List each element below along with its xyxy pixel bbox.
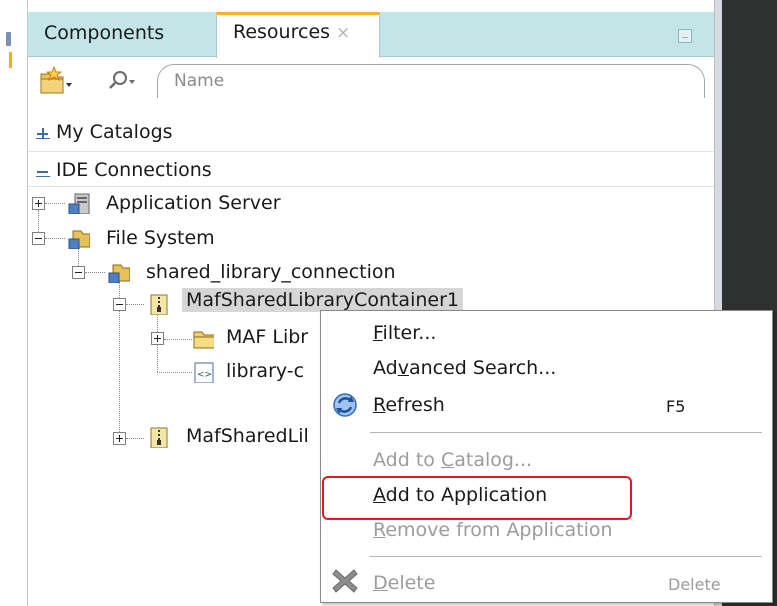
menu-item-filter[interactable]: Filter... — [373, 322, 436, 344]
menu-text: emove from Application — [385, 519, 613, 541]
collapse-toggle-icon[interactable] — [72, 266, 85, 279]
tree-connector — [157, 372, 192, 373]
gutter-marker — [9, 52, 12, 68]
tree-item-label: MafSharedLibraryContainer1 — [182, 288, 463, 312]
tab-close-icon[interactable]: × — [336, 23, 350, 43]
tree-connector — [126, 438, 144, 439]
minimize-icon[interactable] — [678, 29, 692, 43]
menu-text: anced Search... — [408, 357, 557, 379]
refresh-shortcut: F5 — [666, 397, 686, 416]
folder-icon — [193, 331, 214, 349]
tab-components[interactable]: Components — [28, 12, 216, 57]
tree-item-maf-shared-library-container2[interactable]: MafSharedLil — [186, 425, 309, 457]
menu-text: ilter... — [382, 322, 437, 344]
tree-item-label: MafSharedLil — [186, 425, 309, 447]
section-my-catalogs[interactable]: My Catalogs — [28, 114, 714, 150]
file-system-icon — [68, 230, 90, 249]
menu-mnemonic: v — [397, 357, 409, 379]
tree-item-label: Application Server — [106, 192, 281, 214]
expand-toggle-icon[interactable] — [151, 332, 164, 345]
left-gutter — [0, 0, 27, 606]
expand-toggle-icon[interactable] — [32, 197, 45, 210]
search-field[interactable] — [157, 64, 705, 98]
delete-icon — [332, 569, 358, 593]
menu-text: Add to — [373, 449, 441, 471]
tree-item-library-connection[interactable]: library-c — [226, 360, 304, 392]
menu-mnemonic: C — [440, 449, 455, 471]
menu-mnemonic: R — [373, 519, 386, 541]
refresh-icon — [333, 393, 357, 417]
menu-mnemonic: R — [373, 394, 386, 416]
tree-item-maf-libraries[interactable]: MAF Libr — [226, 326, 308, 358]
highlight-box — [322, 476, 632, 520]
collapse-toggle-icon[interactable] — [32, 232, 45, 245]
file-system-icon — [108, 264, 130, 283]
tab-resources-label: Resources — [233, 21, 331, 43]
tree-item-label: MAF Libr — [226, 326, 309, 348]
menu-text: atalog... — [454, 449, 533, 471]
tree-connector — [126, 304, 144, 305]
new-item-icon — [40, 65, 72, 94]
menu-mnemonic: F — [373, 322, 383, 344]
menu-text: efresh — [385, 394, 445, 416]
section-ide-connections-label: IDE Connections — [56, 159, 212, 181]
collapse-icon[interactable] — [36, 163, 50, 177]
search-icon — [109, 71, 135, 89]
section-my-catalogs-label: My Catalogs — [56, 121, 173, 143]
tree-connector — [45, 203, 65, 204]
menu-mnemonic: D — [373, 572, 388, 594]
search-input[interactable] — [172, 69, 692, 93]
menu-text: Ad — [373, 357, 398, 379]
menu-item-advanced-search[interactable]: Advanced Search... — [373, 357, 556, 379]
expand-icon[interactable] — [36, 125, 50, 139]
tree-connector — [45, 238, 65, 239]
menu-item-remove-from-application[interactable]: Remove from Application — [373, 519, 613, 541]
expand-toggle-icon[interactable] — [113, 432, 126, 445]
tree-item-label: File System — [106, 227, 215, 249]
svg-text:<>: <> — [197, 370, 212, 380]
menu-item-refresh[interactable]: Refresh — [373, 394, 445, 416]
tab-resources[interactable]: Resources × — [216, 12, 380, 58]
tree-item-label: library-c — [226, 360, 305, 382]
menu-separator — [370, 432, 762, 433]
jar-icon — [150, 427, 168, 448]
tree-connector — [164, 339, 192, 340]
tab-components-label: Components — [44, 22, 165, 44]
tree-item-file-system[interactable]: File System — [106, 227, 215, 259]
menu-item-add-to-catalog[interactable]: Add to Catalog... — [373, 449, 532, 471]
gutter-marker — [6, 32, 11, 46]
new-connection-button[interactable] — [38, 65, 74, 96]
tree-item-label: shared_library_connection — [146, 261, 396, 283]
jar-icon — [150, 294, 168, 315]
menu-text: elete — [387, 572, 436, 594]
tree-item-application-server[interactable]: Application Server — [106, 192, 281, 224]
server-connection-icon — [68, 193, 90, 214]
collapse-toggle-icon[interactable] — [113, 298, 126, 311]
xml-file-icon: <> — [194, 362, 214, 383]
menu-separator — [370, 556, 762, 557]
search-options-button[interactable] — [105, 66, 155, 96]
tree-connector — [85, 272, 105, 273]
delete-shortcut: Delete — [668, 575, 721, 594]
menu-item-delete[interactable]: Delete — [373, 572, 435, 594]
section-ide-connections[interactable]: IDE Connections — [28, 151, 714, 187]
